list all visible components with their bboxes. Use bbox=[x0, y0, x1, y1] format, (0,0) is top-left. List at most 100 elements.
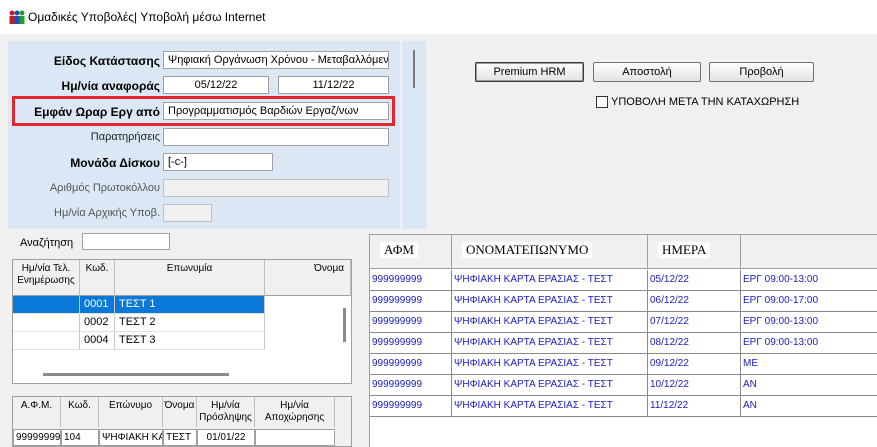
cell-hire-date: 01/01/22 bbox=[197, 429, 255, 446]
row-name: ΤΕΣΤ 1 bbox=[115, 296, 265, 314]
row-name: ΤΕΣΤ 3 bbox=[115, 332, 265, 350]
premium-hrm-button[interactable]: Premium HRM bbox=[475, 62, 584, 82]
row-name: ΤΕΣΤ 2 bbox=[115, 314, 265, 332]
table-row[interactable]: 999999999 ΨΗΦΙΑΚΗ ΚΑΡΤΑ ΕΡΑΣΙΑΣ - ΤΕΣΤ 08/… bbox=[370, 333, 877, 354]
header-last-update[interactable]: Ημ/νία Τελ. Ενημέρωσης bbox=[13, 260, 80, 296]
horizontal-scrollbar[interactable] bbox=[43, 373, 229, 376]
cell-afm: 999999999 bbox=[370, 375, 452, 396]
schedule-grid-header: ΑΦΜ ΟΝΟΜΑΤΕΠΩΝΥΜΟ ΗΜΕΡΑ bbox=[370, 235, 877, 269]
schedule-grid: ΑΦΜ ΟΝΟΜΑΤΕΠΩΝΥΜΟ ΗΜΕΡΑ 999999999 ΨΗΦΙΑΚΗ… bbox=[369, 234, 877, 447]
row-code: 0002 bbox=[80, 314, 115, 332]
cell-schedule: ΕΡΓ 09:00-13:00 bbox=[741, 312, 877, 333]
header-schedule[interactable] bbox=[741, 235, 877, 269]
header-hire-date[interactable]: Ημ/νία Πρόσληψης bbox=[197, 397, 255, 427]
header-day[interactable]: ΗΜΕΡΑ bbox=[648, 235, 741, 269]
people-group-icon bbox=[9, 10, 25, 24]
eidos-field[interactable]: Ψηφιακή Οργάνωση Χρόνου - Μεταβαλλόμεν bbox=[163, 51, 389, 69]
header-code[interactable]: Κωδ. bbox=[61, 397, 99, 427]
table-row[interactable]: 0004 ΤΕΣΤ 3 bbox=[13, 332, 265, 350]
header-fullname-label: ΟΝΟΜΑΤΕΠΩΝΥΜΟ bbox=[462, 242, 593, 258]
header-first-name[interactable]: Όνομα bbox=[265, 260, 351, 296]
cell-fullname: ΨΗΦΙΑΚΗ ΚΑΡΤΑ ΕΡΑΣΙΑΣ - ΤΕΣΤ bbox=[452, 333, 648, 354]
cell-fullname: ΨΗΦΙΑΚΗ ΚΑΡΤΑ ΕΡΑΣΙΑΣ - ΤΕΣΤ bbox=[452, 354, 648, 375]
search-input[interactable] bbox=[82, 233, 170, 250]
send-button[interactable]: Αποστολή bbox=[593, 62, 701, 82]
cell-fullname: ΨΗΦΙΑΚΗ ΚΑΡΤΑ ΕΡΑΣΙΑΣ - ΤΕΣΤ bbox=[452, 375, 648, 396]
cell-day: 09/12/22 bbox=[648, 354, 741, 375]
cell-surname: ΨΗΦΙΑΚΗ ΚΑ bbox=[99, 429, 163, 446]
table-row[interactable]: 999999999 ΨΗΦΙΑΚΗ ΚΑΡΤΑ ΕΡΑΣΙΑΣ - ΤΕΣΤ 09/… bbox=[370, 354, 877, 375]
cell-afm: 999999999 bbox=[370, 312, 452, 333]
cell-afm: 999999999 bbox=[370, 354, 452, 375]
cell-afm: 999999999 bbox=[13, 429, 61, 446]
emfan-field[interactable]: Προγραμματισμός Βαρδιών Εργαζ/νων bbox=[163, 102, 389, 120]
date-to-field[interactable]: 11/12/22 bbox=[278, 76, 389, 94]
disk-field[interactable]: [-c-] bbox=[163, 153, 273, 171]
cell-first-name: ΤΕΣΤ bbox=[163, 429, 197, 446]
table-row[interactable]: 999999999 ΨΗΦΙΑΚΗ ΚΑΡΤΑ ΕΡΑΣΙΑΣ - ΤΕΣΤ 06/… bbox=[370, 291, 877, 312]
cell-code: 104 bbox=[61, 429, 99, 446]
emfan-label: Εμφάν Ωραρ Εργ από bbox=[34, 105, 160, 119]
cell-leave-date bbox=[255, 429, 335, 446]
header-leave-date[interactable]: Ημ/νία Αποχώρησης bbox=[255, 397, 335, 427]
cell-schedule: ΕΡΓ 09:00-17:00 bbox=[741, 291, 877, 312]
protocol-field bbox=[163, 179, 389, 197]
table-row[interactable]: 999999999 ΨΗΦΙΑΚΗ ΚΑΡΤΑ ΕΡΑΣΙΑΣ - ΤΕΣΤ 07/… bbox=[370, 312, 877, 333]
cell-schedule: ΕΡΓ 09:00-13:00 bbox=[741, 270, 877, 291]
view-button[interactable]: Προβολή bbox=[709, 62, 814, 82]
cell-day: 11/12/22 bbox=[648, 396, 741, 417]
employer-grid-header: Ημ/νία Τελ. Ενημέρωσης Κωδ. Επωνυμία Όνο… bbox=[13, 260, 351, 296]
initial-date-label: Ημ/νία Αρχικής Υποβ. bbox=[54, 207, 160, 219]
row-date bbox=[13, 332, 80, 350]
cell-schedule: ΑΝ bbox=[741, 375, 877, 396]
header-day-label: ΗΜΕΡΑ bbox=[658, 242, 711, 258]
vertical-scrollbar[interactable] bbox=[343, 308, 346, 342]
cell-schedule: ΜΕ bbox=[741, 354, 877, 375]
cell-schedule: ΑΝ bbox=[741, 396, 877, 417]
cell-afm: 999999999 bbox=[370, 270, 452, 291]
table-row[interactable]: 0001 ΤΕΣΤ 1 bbox=[13, 296, 265, 314]
client-area: Είδος Κατάστασης Ψηφιακή Οργάνωση Χρόνου… bbox=[0, 34, 877, 447]
header-first-name[interactable]: Όνομα bbox=[163, 397, 197, 427]
row-date bbox=[13, 314, 80, 332]
cell-afm: 999999999 bbox=[370, 291, 452, 312]
table-row[interactable]: 999999999 ΨΗΦΙΑΚΗ ΚΑΡΤΑ ΕΡΑΣΙΑΣ - ΤΕΣΤ 11/… bbox=[370, 396, 877, 417]
table-row[interactable]: 999999999 ΨΗΦΙΑΚΗ ΚΑΡΤΑ ΕΡΑΣΙΑΣ - ΤΕΣΤ 10/… bbox=[370, 375, 877, 396]
table-row[interactable]: 0002 ΤΕΣΤ 2 bbox=[13, 314, 265, 332]
header-afm[interactable]: ΑΦΜ bbox=[370, 235, 452, 269]
table-row[interactable]: 999999999 ΨΗΦΙΑΚΗ ΚΑΡΤΑ ΕΡΑΣΙΑΣ - ΤΕΣΤ 05/… bbox=[370, 270, 877, 291]
notes-field[interactable] bbox=[163, 128, 389, 146]
header-code[interactable]: Κωδ. bbox=[80, 260, 115, 296]
cell-afm: 999999999 bbox=[370, 396, 452, 417]
window-title: Ομαδικές Υποβολές| Υποβολή μέσω Internet bbox=[28, 10, 266, 24]
cell-fullname: ΨΗΦΙΑΚΗ ΚΑΡΤΑ ΕΡΑΣΙΑΣ - ΤΕΣΤ bbox=[452, 396, 648, 417]
cell-afm: 999999999 bbox=[370, 333, 452, 354]
search-label: Αναζήτηση bbox=[20, 237, 74, 249]
header-name[interactable]: Επωνυμία bbox=[115, 260, 265, 296]
cell-schedule: ΕΡΓ 09:00-13:00 bbox=[741, 333, 877, 354]
cell-day: 10/12/22 bbox=[648, 375, 741, 396]
row-date bbox=[13, 296, 80, 314]
cell-fullname: ΨΗΦΙΑΚΗ ΚΑΡΤΑ ΕΡΑΣΙΑΣ - ΤΕΣΤ bbox=[452, 312, 648, 333]
submit-after-save-checkbox[interactable]: ΥΠΟΒΟΛΗ ΜΕΤΑ ΤΗΝ ΚΑΤΑΧΩΡΗΣΗ bbox=[596, 95, 799, 109]
form-scrollbar[interactable] bbox=[413, 50, 415, 88]
employer-grid: Ημ/νία Τελ. Ενημέρωσης Κωδ. Επωνυμία Όνο… bbox=[12, 259, 352, 384]
row-code: 0004 bbox=[80, 332, 115, 350]
employee-grid: Α.Φ.Μ. Κωδ. Επώνυμο Όνομα Ημ/νία Πρόσληψ… bbox=[12, 396, 352, 447]
cell-fullname: ΨΗΦΙΑΚΗ ΚΑΡΤΑ ΕΡΑΣΙΑΣ - ΤΕΣΤ bbox=[452, 291, 648, 312]
disk-label: Μονάδα Δίσκου bbox=[70, 156, 160, 170]
header-afm[interactable]: Α.Φ.Μ. bbox=[13, 397, 61, 427]
checkbox-label: ΥΠΟΒΟΛΗ ΜΕΤΑ ΤΗΝ ΚΑΤΑΧΩΡΗΣΗ bbox=[611, 96, 800, 108]
cell-fullname: ΨΗΦΙΑΚΗ ΚΑΡΤΑ ΕΡΑΣΙΑΣ - ΤΕΣΤ bbox=[452, 270, 648, 291]
header-surname[interactable]: Επώνυμο bbox=[99, 397, 163, 427]
row-code: 0001 bbox=[80, 296, 115, 314]
cell-day: 06/12/22 bbox=[648, 291, 741, 312]
cell-day: 05/12/22 bbox=[648, 270, 741, 291]
cell-day: 07/12/22 bbox=[648, 312, 741, 333]
header-fullname[interactable]: ΟΝΟΜΑΤΕΠΩΝΥΜΟ bbox=[452, 235, 648, 269]
checkbox-box[interactable] bbox=[596, 96, 608, 108]
notes-label: Παρατηρήσεις bbox=[90, 131, 160, 143]
date-from-field[interactable]: 05/12/22 bbox=[163, 76, 269, 94]
date-label: Ημ/νία αναφοράς bbox=[61, 79, 160, 93]
eidos-label: Είδος Κατάστασης bbox=[53, 54, 160, 68]
